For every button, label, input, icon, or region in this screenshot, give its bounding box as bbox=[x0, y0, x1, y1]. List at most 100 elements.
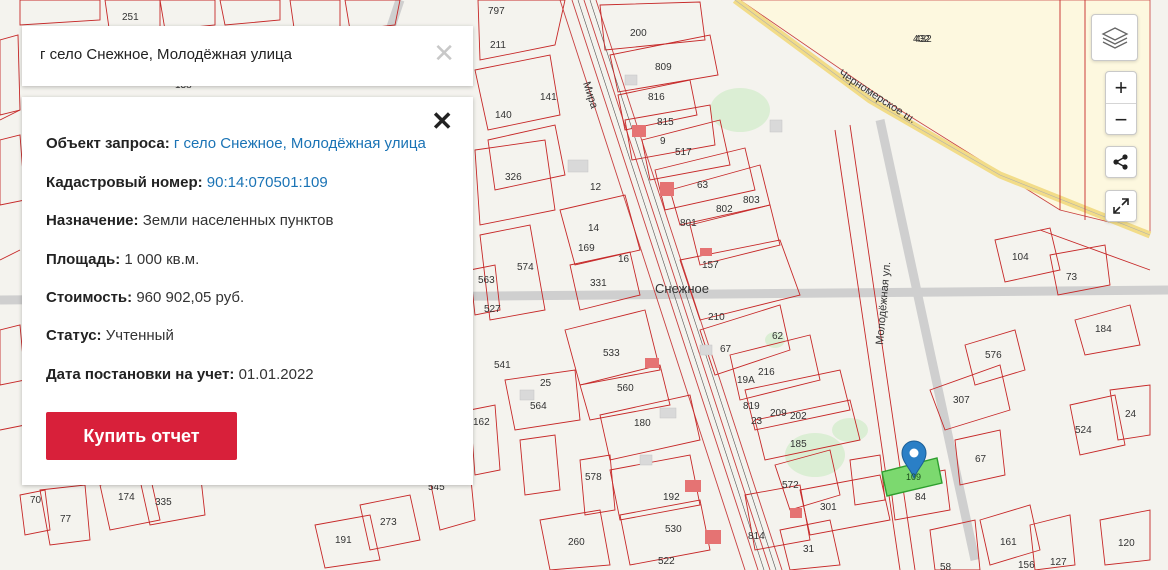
parcel-number-label: 24 bbox=[1125, 409, 1137, 420]
purpose-label: Назначение: bbox=[46, 212, 139, 229]
zoom-controls: + − bbox=[1105, 71, 1137, 135]
parcel-number-label: 84 bbox=[915, 492, 927, 503]
close-icon[interactable]: ✕ bbox=[431, 108, 453, 134]
parcel-number-label: 432 bbox=[913, 34, 930, 45]
parcel-number-label: 251 bbox=[122, 12, 139, 23]
parcel-number-label: 63 bbox=[697, 180, 709, 191]
parcel-number-label: 307 bbox=[953, 395, 970, 406]
parcel-number-label: 527 bbox=[484, 304, 501, 315]
parcel-number-label: 211 bbox=[490, 40, 506, 51]
parcel-number-label: 162 bbox=[473, 417, 490, 428]
parcel-number-label: 192 bbox=[663, 492, 680, 503]
highlighted-parcel-label: 109 bbox=[906, 472, 921, 482]
parcel-number-label: 576 bbox=[985, 350, 1002, 361]
search-input[interactable]: г село Снежное, Молодёжная улица bbox=[40, 46, 292, 63]
zoom-in-button[interactable]: + bbox=[1106, 72, 1136, 103]
parcel-number-label: 524 bbox=[1075, 425, 1092, 436]
fullscreen-button[interactable] bbox=[1105, 190, 1137, 222]
parcel-number-label: 127 bbox=[1050, 557, 1067, 568]
parcel-number-label: 157 bbox=[702, 260, 719, 271]
parcel-number-label: 802 bbox=[716, 204, 733, 215]
parcel-number-label: 77 bbox=[60, 514, 72, 525]
parcel-number-label: 67 bbox=[975, 454, 987, 465]
purpose-value: Земли населенных пунктов bbox=[142, 212, 334, 229]
fullscreen-icon bbox=[1113, 198, 1129, 214]
parcel-number-label: 120 bbox=[1118, 538, 1135, 549]
parcel-number-label: 200 bbox=[630, 28, 647, 39]
cost-value: 960 902,05 руб. bbox=[136, 289, 245, 306]
share-icon bbox=[1113, 154, 1128, 170]
parcel-number-label: 210 bbox=[708, 312, 725, 323]
zoom-out-button[interactable]: − bbox=[1106, 103, 1136, 135]
parcel-number-label: 174 bbox=[118, 492, 135, 503]
parcel-number-label: 140 bbox=[495, 110, 512, 121]
parcel-number-label: 273 bbox=[380, 517, 397, 528]
parcel-number-label: 161 bbox=[1000, 537, 1017, 548]
parcel-number-label: 14 bbox=[588, 223, 600, 234]
query-link[interactable]: г село Снежное, Молодёжная улица bbox=[174, 135, 426, 152]
parcel-number-label: 58 bbox=[940, 562, 952, 570]
parcel-number-label: 578 bbox=[585, 472, 602, 483]
parcel-number-label: 803 bbox=[743, 195, 760, 206]
parcel-number-label: 797 bbox=[488, 6, 505, 17]
layers-button[interactable] bbox=[1091, 14, 1138, 61]
cadastral-label: Кадастровый номер: bbox=[46, 174, 203, 191]
parcel-number-label: 12 bbox=[590, 182, 602, 193]
parcel-number-label: 331 bbox=[590, 278, 607, 289]
parcel-number-label: 574 bbox=[517, 262, 534, 273]
layers-icon bbox=[1101, 26, 1128, 49]
close-icon[interactable]: ✕ bbox=[433, 39, 455, 67]
parcel-number-label: 185 bbox=[790, 439, 807, 450]
buy-report-button[interactable]: Купить отчет bbox=[46, 412, 237, 460]
date-row: Дата постановки на учет: 01.01.2022 bbox=[46, 366, 314, 383]
share-button[interactable] bbox=[1105, 146, 1137, 178]
parcel-number-label: 560 bbox=[617, 383, 634, 394]
parcel-number-label: 815 bbox=[657, 117, 674, 128]
status-row: Статус: Учтенный bbox=[46, 327, 174, 344]
cost-label: Стоимость: bbox=[46, 289, 133, 306]
parcel-number-label: 209 bbox=[770, 408, 787, 419]
parcel-number-label: 180 bbox=[634, 418, 651, 429]
parcel-number-label: 202 bbox=[790, 411, 807, 422]
parcel-number-label: 530 bbox=[665, 524, 682, 535]
parcel-number-label: 326 bbox=[505, 172, 522, 183]
parcel-number-label: 801 bbox=[680, 218, 697, 229]
area-value: 1 000 кв.м. bbox=[124, 251, 200, 268]
parcel-number-label: 141 bbox=[540, 92, 557, 103]
status-label: Статус: bbox=[46, 327, 102, 344]
query-row: Объект запроса: г село Снежное, Молодёжн… bbox=[46, 135, 426, 152]
parcel-number-label: 73 bbox=[1066, 272, 1078, 283]
parcel-number-label: 216 bbox=[758, 367, 775, 378]
cadastral-row: Кадастровый номер: 90:14:070501:109 bbox=[46, 174, 328, 191]
search-box[interactable]: г село Снежное, Молодёжная улица ✕ bbox=[22, 26, 473, 86]
purpose-row: Назначение: Земли населенных пунктов bbox=[46, 212, 333, 229]
parcel-number-label: 191 bbox=[335, 535, 352, 546]
parcel-number-label: 564 bbox=[530, 401, 547, 412]
parcel-number-label: 260 bbox=[568, 537, 585, 548]
parcel-number-label: 533 bbox=[603, 348, 620, 359]
date-label: Дата постановки на учет: bbox=[46, 366, 235, 383]
parcel-number-label: 62 bbox=[772, 331, 784, 342]
parcel-number-label: 517 bbox=[675, 147, 692, 158]
parcel-number-label: 541 bbox=[494, 360, 511, 371]
parcel-info-card: ✕ Объект запроса: г село Снежное, Молодё… bbox=[22, 97, 473, 485]
parcel-number-label: 301 bbox=[820, 502, 837, 513]
area-label: Площадь: bbox=[46, 251, 121, 268]
parcel-number-label: 70 bbox=[30, 495, 42, 506]
query-label: Объект запроса: bbox=[46, 135, 170, 152]
parcel-number-label: 156 bbox=[1018, 560, 1035, 570]
place-label: Снежное bbox=[655, 281, 709, 296]
parcel-number-label: 819 bbox=[743, 401, 760, 412]
cost-row: Стоимость: 960 902,05 руб. bbox=[46, 289, 244, 306]
parcel-number-label: 809 bbox=[655, 62, 672, 73]
cadastral-number-link[interactable]: 90:14:070501:109 bbox=[207, 174, 328, 191]
parcel-number-label: 25 bbox=[540, 378, 552, 389]
parcel-number-label: 522 bbox=[658, 556, 675, 567]
parcel-number-label: 9 bbox=[660, 136, 666, 147]
parcel-number-label: 31 bbox=[803, 544, 815, 555]
status-value: Учтенный bbox=[105, 327, 174, 344]
parcel-number-label: 563 bbox=[478, 275, 495, 286]
parcel-number-label: 184 bbox=[1095, 324, 1112, 335]
parcel-number-label: 814 bbox=[748, 531, 765, 542]
parcel-number-label: 572 bbox=[782, 480, 799, 491]
